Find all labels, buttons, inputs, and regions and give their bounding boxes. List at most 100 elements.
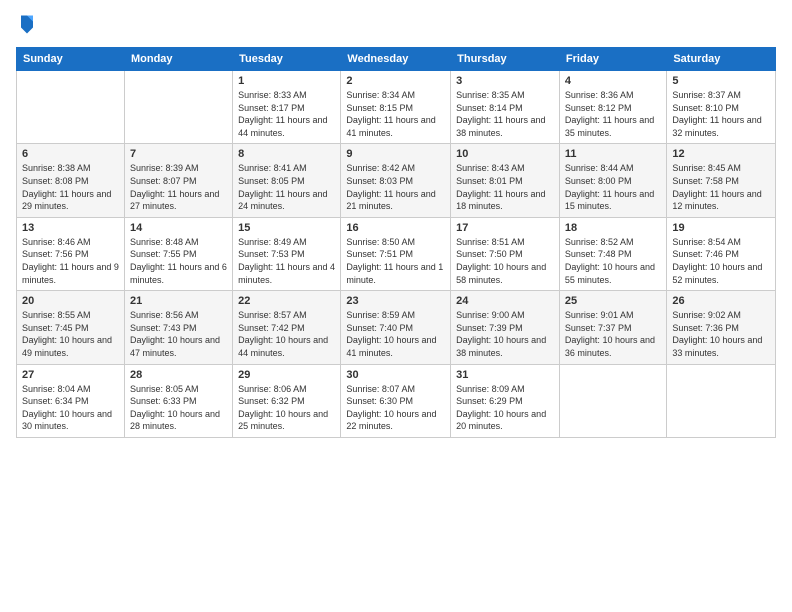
calendar-week: 13 Sunrise: 8:46 AM Sunset: 7:56 PM Dayli… bbox=[17, 217, 776, 290]
day-info: Sunrise: 8:48 AM Sunset: 7:55 PM Dayligh… bbox=[130, 236, 227, 286]
calendar-cell: 11 Sunrise: 8:44 AM Sunset: 8:00 PM Dayli… bbox=[559, 144, 666, 217]
day-number: 5 bbox=[672, 75, 770, 87]
day-info: Sunrise: 8:34 AM Sunset: 8:15 PM Dayligh… bbox=[346, 89, 445, 139]
header-day: Monday bbox=[124, 48, 232, 71]
day-number: 8 bbox=[238, 148, 335, 160]
day-number: 21 bbox=[130, 295, 227, 307]
calendar-cell: 5 Sunrise: 8:37 AM Sunset: 8:10 PM Daylig… bbox=[667, 71, 776, 144]
day-info: Sunrise: 8:05 AM Sunset: 6:33 PM Dayligh… bbox=[130, 383, 227, 433]
calendar-cell: 20Sunrise: 8:55 AM Sunset: 7:45 PM Dayli… bbox=[17, 291, 125, 364]
logo bbox=[16, 12, 40, 39]
day-number: 17 bbox=[456, 222, 554, 234]
day-number: 16 bbox=[346, 222, 445, 234]
day-number: 31 bbox=[456, 369, 554, 381]
day-number: 29 bbox=[238, 369, 335, 381]
day-info: Sunrise: 8:54 AM Sunset: 7:46 PM Dayligh… bbox=[672, 236, 770, 286]
day-info: Sunrise: 8:04 AM Sunset: 6:34 PM Dayligh… bbox=[22, 383, 119, 433]
day-info: Sunrise: 8:38 AM Sunset: 8:08 PM Dayligh… bbox=[22, 162, 119, 212]
day-number: 22 bbox=[238, 295, 335, 307]
day-info: Sunrise: 8:49 AM Sunset: 7:53 PM Dayligh… bbox=[238, 236, 335, 286]
day-number: 30 bbox=[346, 369, 445, 381]
calendar-cell: 8 Sunrise: 8:41 AM Sunset: 8:05 PM Daylig… bbox=[233, 144, 341, 217]
calendar-cell: 12Sunrise: 8:45 AM Sunset: 7:58 PM Dayli… bbox=[667, 144, 776, 217]
day-number: 15 bbox=[238, 222, 335, 234]
calendar-cell: 6 Sunrise: 8:38 AM Sunset: 8:08 PM Daylig… bbox=[17, 144, 125, 217]
day-info: Sunrise: 9:02 AM Sunset: 7:36 PM Dayligh… bbox=[672, 309, 770, 359]
day-info: Sunrise: 8:42 AM Sunset: 8:03 PM Dayligh… bbox=[346, 162, 445, 212]
header-day: Saturday bbox=[667, 48, 776, 71]
day-info: Sunrise: 8:50 AM Sunset: 7:51 PM Dayligh… bbox=[346, 236, 445, 286]
logo-icon bbox=[18, 12, 36, 34]
calendar-week: 27Sunrise: 8:04 AM Sunset: 6:34 PM Dayli… bbox=[17, 364, 776, 437]
calendar-cell: 9Sunrise: 8:42 AM Sunset: 8:03 PM Daylig… bbox=[341, 144, 451, 217]
day-info: Sunrise: 8:46 AM Sunset: 7:56 PM Dayligh… bbox=[22, 236, 119, 286]
calendar-cell: 31Sunrise: 8:09 AM Sunset: 6:29 PM Dayli… bbox=[451, 364, 560, 437]
calendar-cell: 29 Sunrise: 8:06 AM Sunset: 6:32 PM Dayli… bbox=[233, 364, 341, 437]
day-number: 19 bbox=[672, 222, 770, 234]
calendar-cell: 21Sunrise: 8:56 AM Sunset: 7:43 PM Dayli… bbox=[124, 291, 232, 364]
calendar-cell: 23Sunrise: 8:59 AM Sunset: 7:40 PM Dayli… bbox=[341, 291, 451, 364]
header-day: Tuesday bbox=[233, 48, 341, 71]
header-day: Thursday bbox=[451, 48, 560, 71]
day-info: Sunrise: 8:57 AM Sunset: 7:42 PM Dayligh… bbox=[238, 309, 335, 359]
calendar-cell: 13 Sunrise: 8:46 AM Sunset: 7:56 PM Dayli… bbox=[17, 217, 125, 290]
day-number: 28 bbox=[130, 369, 227, 381]
day-number: 11 bbox=[565, 148, 661, 160]
header-day: Wednesday bbox=[341, 48, 451, 71]
day-info: Sunrise: 8:37 AM Sunset: 8:10 PM Dayligh… bbox=[672, 89, 770, 139]
day-number: 4 bbox=[565, 75, 661, 87]
calendar-cell: 25Sunrise: 9:01 AM Sunset: 7:37 PM Dayli… bbox=[559, 291, 666, 364]
calendar-cell: 4 Sunrise: 8:36 AM Sunset: 8:12 PM Daylig… bbox=[559, 71, 666, 144]
day-info: Sunrise: 8:36 AM Sunset: 8:12 PM Dayligh… bbox=[565, 89, 661, 139]
calendar-cell: 24Sunrise: 9:00 AM Sunset: 7:39 PM Dayli… bbox=[451, 291, 560, 364]
calendar-cell: 26 Sunrise: 9:02 AM Sunset: 7:36 PM Dayli… bbox=[667, 291, 776, 364]
calendar-week: 20Sunrise: 8:55 AM Sunset: 7:45 PM Dayli… bbox=[17, 291, 776, 364]
calendar-cell: 28 Sunrise: 8:05 AM Sunset: 6:33 PM Dayli… bbox=[124, 364, 232, 437]
calendar-cell: 10 Sunrise: 8:43 AM Sunset: 8:01 PM Dayli… bbox=[451, 144, 560, 217]
header-day: Friday bbox=[559, 48, 666, 71]
day-number: 2 bbox=[346, 75, 445, 87]
calendar-week: 1 Sunrise: 8:33 AM Sunset: 8:17 PM Daylig… bbox=[17, 71, 776, 144]
day-number: 1 bbox=[238, 75, 335, 87]
day-info: Sunrise: 9:01 AM Sunset: 7:37 PM Dayligh… bbox=[565, 309, 661, 359]
calendar-cell: 18 Sunrise: 8:52 AM Sunset: 7:48 PM Dayli… bbox=[559, 217, 666, 290]
day-number: 23 bbox=[346, 295, 445, 307]
calendar-cell: 16 Sunrise: 8:50 AM Sunset: 7:51 PM Dayli… bbox=[341, 217, 451, 290]
header-row: SundayMondayTuesdayWednesdayThursdayFrid… bbox=[17, 48, 776, 71]
day-info: Sunrise: 8:44 AM Sunset: 8:00 PM Dayligh… bbox=[565, 162, 661, 212]
day-info: Sunrise: 8:45 AM Sunset: 7:58 PM Dayligh… bbox=[672, 162, 770, 212]
day-info: Sunrise: 8:06 AM Sunset: 6:32 PM Dayligh… bbox=[238, 383, 335, 433]
day-info: Sunrise: 8:52 AM Sunset: 7:48 PM Dayligh… bbox=[565, 236, 661, 286]
calendar-cell: 27Sunrise: 8:04 AM Sunset: 6:34 PM Dayli… bbox=[17, 364, 125, 437]
day-info: Sunrise: 8:39 AM Sunset: 8:07 PM Dayligh… bbox=[130, 162, 227, 212]
day-number: 7 bbox=[130, 148, 227, 160]
calendar-cell: 17Sunrise: 8:51 AM Sunset: 7:50 PM Dayli… bbox=[451, 217, 560, 290]
calendar-cell: 22 Sunrise: 8:57 AM Sunset: 7:42 PM Dayli… bbox=[233, 291, 341, 364]
day-number: 26 bbox=[672, 295, 770, 307]
day-info: Sunrise: 8:55 AM Sunset: 7:45 PM Dayligh… bbox=[22, 309, 119, 359]
day-info: Sunrise: 8:41 AM Sunset: 8:05 PM Dayligh… bbox=[238, 162, 335, 212]
calendar-cell bbox=[667, 364, 776, 437]
calendar-cell: 15 Sunrise: 8:49 AM Sunset: 7:53 PM Dayli… bbox=[233, 217, 341, 290]
calendar-cell bbox=[17, 71, 125, 144]
calendar-week: 6 Sunrise: 8:38 AM Sunset: 8:08 PM Daylig… bbox=[17, 144, 776, 217]
calendar-cell: 30Sunrise: 8:07 AM Sunset: 6:30 PM Dayli… bbox=[341, 364, 451, 437]
day-number: 10 bbox=[456, 148, 554, 160]
day-number: 14 bbox=[130, 222, 227, 234]
calendar-table: SundayMondayTuesdayWednesdayThursdayFrid… bbox=[16, 47, 776, 438]
day-number: 13 bbox=[22, 222, 119, 234]
calendar-cell: 14 Sunrise: 8:48 AM Sunset: 7:55 PM Dayli… bbox=[124, 217, 232, 290]
day-number: 3 bbox=[456, 75, 554, 87]
day-info: Sunrise: 8:43 AM Sunset: 8:01 PM Dayligh… bbox=[456, 162, 554, 212]
calendar-header: SundayMondayTuesdayWednesdayThursdayFrid… bbox=[17, 48, 776, 71]
calendar-cell: 19 Sunrise: 8:54 AM Sunset: 7:46 PM Dayli… bbox=[667, 217, 776, 290]
calendar-cell bbox=[124, 71, 232, 144]
header bbox=[16, 12, 776, 39]
day-info: Sunrise: 8:35 AM Sunset: 8:14 PM Dayligh… bbox=[456, 89, 554, 139]
header-day: Sunday bbox=[17, 48, 125, 71]
calendar-body: 1 Sunrise: 8:33 AM Sunset: 8:17 PM Daylig… bbox=[17, 71, 776, 438]
day-info: Sunrise: 8:33 AM Sunset: 8:17 PM Dayligh… bbox=[238, 89, 335, 139]
calendar-cell: 1 Sunrise: 8:33 AM Sunset: 8:17 PM Daylig… bbox=[233, 71, 341, 144]
day-number: 6 bbox=[22, 148, 119, 160]
day-number: 18 bbox=[565, 222, 661, 234]
